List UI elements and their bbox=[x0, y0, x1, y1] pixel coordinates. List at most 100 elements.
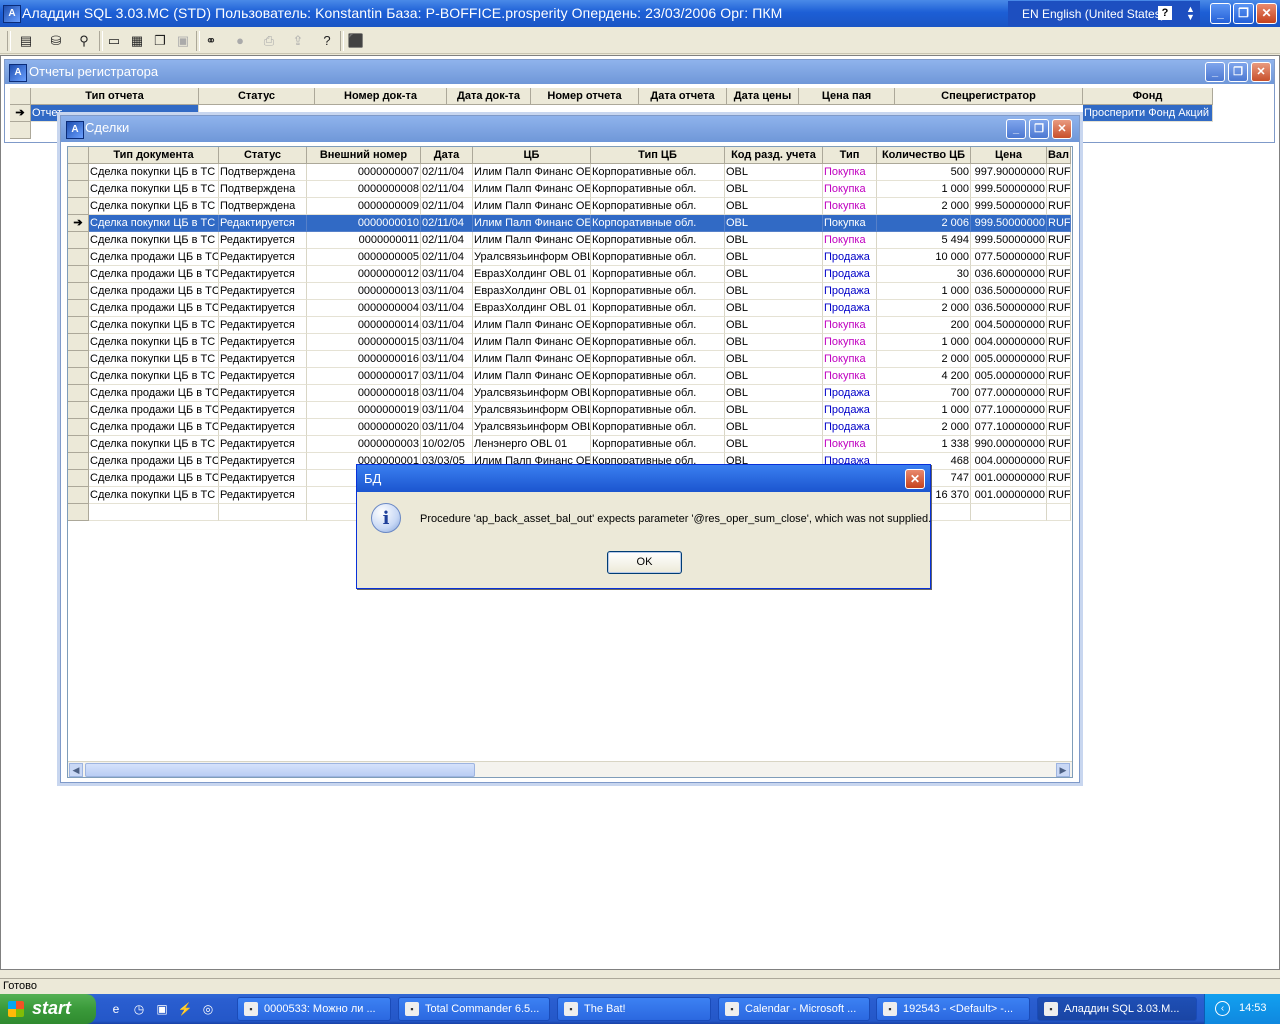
database-icon[interactable]: ⛁ bbox=[45, 30, 67, 52]
table-cell[interactable]: Сделка покупки ЦБ в ТС bbox=[89, 368, 219, 385]
table-cell[interactable]: 0000000005 bbox=[307, 249, 421, 266]
quicklaunch-app3-icon[interactable]: ⚡ bbox=[177, 1001, 193, 1017]
table-cell[interactable]: Редактируется bbox=[219, 453, 307, 470]
table-cell[interactable]: Сделка продажи ЦБ в ТС bbox=[89, 453, 219, 470]
table-cell[interactable]: 1 000 bbox=[877, 402, 971, 419]
table-cell[interactable]: 03/11/04 bbox=[421, 351, 473, 368]
scroll-left-icon[interactable]: ◀ bbox=[69, 763, 83, 777]
column-header[interactable]: Номер док-та bbox=[315, 88, 447, 105]
table-cell[interactable]: Сделка покупки ЦБ в ТС bbox=[89, 317, 219, 334]
table-cell[interactable]: 02/11/04 bbox=[421, 164, 473, 181]
table-cell[interactable]: 0000000015 bbox=[307, 334, 421, 351]
table-cell[interactable]: Сделка покупки ЦБ в ТС bbox=[89, 164, 219, 181]
table-row[interactable]: Сделка покупки ЦБ в ТС Редактируется 00000… bbox=[68, 351, 1072, 368]
table-cell[interactable]: 0000000010 bbox=[307, 215, 421, 232]
table-row[interactable]: Сделка продажи ЦБ в ТС Редактируется 00000… bbox=[68, 300, 1072, 317]
exit-icon[interactable]: ⬛ bbox=[345, 30, 367, 52]
column-header[interactable]: Количество ЦБ bbox=[877, 147, 971, 164]
table-cell[interactable]: Покупка bbox=[823, 232, 877, 249]
taskbar-button[interactable]: ▪ 192543 - <Default> -... bbox=[876, 997, 1030, 1021]
quicklaunch-app-icon[interactable]: ◷ bbox=[131, 1001, 147, 1017]
table-cell[interactable]: Илим Палп Финанс OE bbox=[473, 232, 591, 249]
reports-close-button[interactable]: ✕ bbox=[1251, 62, 1271, 82]
table-cell[interactable]: Покупка bbox=[823, 317, 877, 334]
table-cell[interactable]: Редактируется bbox=[219, 215, 307, 232]
table-cell[interactable]: Продажа bbox=[823, 419, 877, 436]
table-cell[interactable]: Сделка покупки ЦБ в ТС bbox=[89, 198, 219, 215]
table-cell[interactable]: 0000000008 bbox=[307, 181, 421, 198]
taskbar-button[interactable]: ▪ 0000533: Можно ли ... bbox=[237, 997, 391, 1021]
column-header[interactable]: Цена bbox=[971, 147, 1047, 164]
table-cell[interactable]: 0000000003 bbox=[307, 436, 421, 453]
table-cell[interactable]: Корпоративные обл. bbox=[591, 334, 725, 351]
dialog-close-button[interactable]: ✕ bbox=[905, 469, 925, 489]
table-cell[interactable]: RUF bbox=[1047, 300, 1071, 317]
language-options-icon[interactable]: ▲ ▼ bbox=[1186, 5, 1195, 22]
table-cell[interactable]: 0000000020 bbox=[307, 419, 421, 436]
table-cell[interactable]: Сделка покупки ЦБ в ТС bbox=[89, 232, 219, 249]
row-indicator[interactable] bbox=[68, 198, 89, 215]
table-cell[interactable]: ЕвразХолдинг OBL 01 bbox=[473, 266, 591, 283]
table-cell[interactable]: OBL bbox=[725, 283, 823, 300]
table-cell[interactable]: 4 200 bbox=[877, 368, 971, 385]
column-header[interactable]: Внешний номер bbox=[307, 147, 421, 164]
table-cell[interactable]: Сделка покупки ЦБ в ТС bbox=[89, 215, 219, 232]
row-indicator[interactable] bbox=[68, 419, 89, 436]
table-cell[interactable]: 0000000004 bbox=[307, 300, 421, 317]
table-cell[interactable]: Корпоративные обл. bbox=[591, 300, 725, 317]
minimize-button[interactable]: _ bbox=[1210, 3, 1231, 24]
table-cell[interactable]: Покупка bbox=[823, 334, 877, 351]
table-cell[interactable]: 2 006 bbox=[877, 215, 971, 232]
deals-maximize-button[interactable]: ❐ bbox=[1029, 119, 1049, 139]
tile-icon[interactable]: ▦ bbox=[126, 30, 148, 52]
table-cell[interactable]: Уралсвязьинформ OBL bbox=[473, 419, 591, 436]
table-cell[interactable]: Редактируется bbox=[219, 385, 307, 402]
table-row[interactable]: Сделка продажи ЦБ в ТС Редактируется 00000… bbox=[68, 385, 1072, 402]
table-cell[interactable]: RUF bbox=[1047, 436, 1071, 453]
table-cell[interactable]: Сделка продажи ЦБ в ТС bbox=[89, 402, 219, 419]
column-header[interactable]: ЦБ bbox=[473, 147, 591, 164]
table-cell[interactable]: Корпоративные обл. bbox=[591, 317, 725, 334]
table-cell[interactable]: Продажа bbox=[823, 266, 877, 283]
row-indicator[interactable] bbox=[68, 402, 89, 419]
table-cell[interactable]: Сделка покупки ЦБ в ТС bbox=[89, 334, 219, 351]
table-cell[interactable]: Редактируется bbox=[219, 487, 307, 504]
table-row[interactable]: ➔ Сделка покупки ЦБ в ТС Редактируется 0000… bbox=[68, 215, 1072, 232]
table-cell[interactable]: Корпоративные обл. bbox=[591, 351, 725, 368]
taskbar-button[interactable]: ▪ Total Commander 6.5... bbox=[398, 997, 550, 1021]
table-cell[interactable]: Корпоративные обл. bbox=[591, 385, 725, 402]
table-cell[interactable]: Корпоративные обл. bbox=[591, 402, 725, 419]
column-header[interactable]: Код разд. учета bbox=[725, 147, 823, 164]
table-cell[interactable]: 5 494 bbox=[877, 232, 971, 249]
window-icon[interactable]: ▭ bbox=[103, 30, 125, 52]
table-row[interactable]: Сделка покупки ЦБ в ТС Подтверждена 000000… bbox=[68, 198, 1072, 215]
table-cell[interactable]: Корпоративные обл. bbox=[591, 181, 725, 198]
table-cell[interactable]: Продажа bbox=[823, 249, 877, 266]
table-cell[interactable]: OBL bbox=[725, 198, 823, 215]
table-cell[interactable]: RUF bbox=[1047, 334, 1071, 351]
table-cell[interactable]: Корпоративные обл. bbox=[591, 198, 725, 215]
start-button[interactable]: start bbox=[0, 994, 96, 1024]
row-indicator[interactable] bbox=[68, 164, 89, 181]
row-indicator[interactable] bbox=[68, 232, 89, 249]
table-cell[interactable]: RUF bbox=[1047, 181, 1071, 198]
deals-close-button[interactable]: ✕ bbox=[1052, 119, 1072, 139]
table-cell[interactable]: Подтверждена bbox=[219, 181, 307, 198]
close-button[interactable]: ✕ bbox=[1256, 3, 1277, 24]
deals-window[interactable]: A Сделки _ ❐ ✕ Тип документа Статус Внешни… bbox=[60, 115, 1080, 783]
table-cell[interactable]: Сделка покупки ЦБ в ТС bbox=[89, 181, 219, 198]
table-cell[interactable]: Покупка bbox=[823, 368, 877, 385]
table-cell[interactable]: RUF bbox=[1047, 164, 1071, 181]
table-cell[interactable]: 036.50000000 bbox=[971, 300, 1047, 317]
tray-expand-icon[interactable]: ‹ bbox=[1215, 1001, 1230, 1016]
row-indicator[interactable] bbox=[68, 351, 89, 368]
row-indicator[interactable] bbox=[68, 470, 89, 487]
clock[interactable]: 14:53 bbox=[1239, 1002, 1267, 1014]
table-cell[interactable]: 999.50000000 bbox=[971, 198, 1047, 215]
table-cell[interactable]: Сделка продажи ЦБ в ТС bbox=[89, 266, 219, 283]
deals-grid[interactable]: Тип документа Статус Внешний номер Дата ЦБ Ти… bbox=[68, 147, 1072, 759]
table-cell[interactable]: RUF bbox=[1047, 232, 1071, 249]
column-header[interactable]: Дата цены bbox=[727, 88, 799, 105]
table-cell[interactable]: Корпоративные обл. bbox=[591, 283, 725, 300]
table-row[interactable]: Сделка покупки ЦБ в ТС Редактируется 00000… bbox=[68, 317, 1072, 334]
